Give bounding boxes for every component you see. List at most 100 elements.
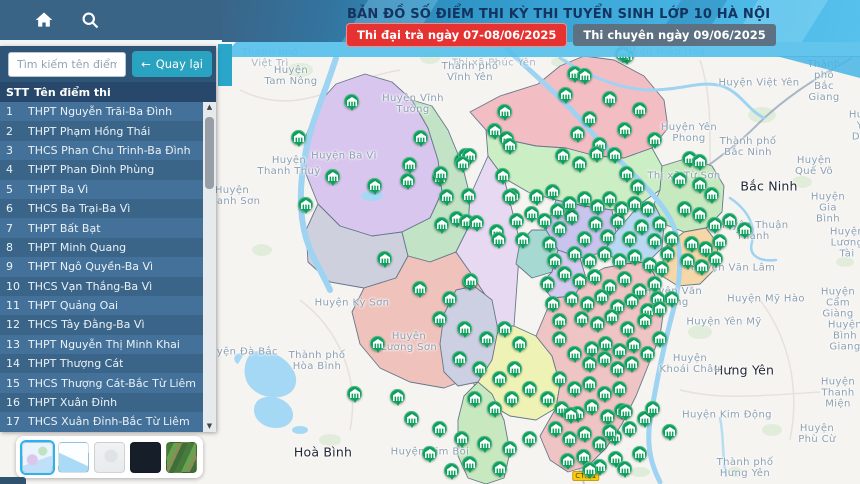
exam-site-marker[interactable] bbox=[647, 132, 662, 147]
exam-site-marker[interactable] bbox=[433, 166, 448, 181]
exam-site-marker[interactable] bbox=[582, 376, 597, 391]
exam-site-marker[interactable] bbox=[347, 386, 362, 401]
exam-site-row[interactable]: 13THPT Nguyễn Thị Minh Khai bbox=[0, 335, 203, 354]
exam-site-marker[interactable] bbox=[564, 291, 579, 306]
exam-site-row[interactable]: 6THCS Ba Trại-Ba Vì bbox=[0, 199, 203, 218]
exam-site-marker[interactable] bbox=[610, 361, 625, 376]
scroll-thumb[interactable] bbox=[205, 117, 214, 189]
exam-site-marker[interactable] bbox=[442, 291, 457, 306]
exam-site-marker[interactable] bbox=[552, 331, 567, 346]
exam-site-marker[interactable] bbox=[692, 207, 707, 222]
exam-site-marker[interactable] bbox=[577, 191, 592, 206]
exam-site-marker[interactable] bbox=[602, 91, 617, 106]
exam-site-marker[interactable] bbox=[452, 351, 467, 366]
exam-site-marker[interactable] bbox=[684, 236, 699, 251]
exam-site-marker[interactable] bbox=[552, 371, 567, 386]
exam-site-marker[interactable] bbox=[444, 463, 459, 478]
exam-site-marker[interactable] bbox=[540, 276, 555, 291]
exam-site-marker[interactable] bbox=[707, 217, 722, 232]
exam-site-marker[interactable] bbox=[502, 138, 517, 153]
exam-site-marker[interactable] bbox=[555, 148, 570, 163]
exam-site-marker[interactable] bbox=[454, 431, 469, 446]
exam-site-marker[interactable] bbox=[640, 201, 655, 216]
exam-site-marker[interactable] bbox=[455, 156, 470, 171]
exam-site-marker[interactable] bbox=[572, 156, 587, 171]
exam-site-marker[interactable] bbox=[652, 216, 667, 231]
exam-site-marker[interactable] bbox=[607, 147, 622, 162]
exam-site-marker[interactable] bbox=[582, 462, 597, 477]
exam-site-marker[interactable] bbox=[487, 401, 502, 416]
exam-site-row[interactable]: 10THCS Vạn Thắng-Ba Vì bbox=[0, 277, 203, 296]
exam-site-marker[interactable] bbox=[617, 271, 632, 286]
basemap-satellite-thumbnail[interactable] bbox=[166, 442, 197, 473]
exam-site-marker[interactable] bbox=[550, 203, 565, 218]
exam-site-marker[interactable] bbox=[462, 456, 477, 471]
exam-site-marker[interactable] bbox=[491, 232, 506, 247]
exam-site-marker[interactable] bbox=[412, 281, 427, 296]
exam-site-marker[interactable] bbox=[677, 201, 692, 216]
exam-site-row[interactable]: 12THCS Tây Đằng-Ba Vì bbox=[0, 315, 203, 334]
exam-site-marker[interactable] bbox=[597, 351, 612, 366]
exam-site-row[interactable]: 3THCS Phan Chu Trinh-Ba Đình bbox=[0, 141, 203, 160]
exam-site-marker[interactable] bbox=[477, 436, 492, 451]
exam-site-marker[interactable] bbox=[291, 130, 306, 145]
exam-site-marker[interactable] bbox=[439, 189, 454, 204]
scroll-down-icon[interactable]: ▼ bbox=[207, 421, 212, 432]
exam-site-marker[interactable] bbox=[560, 453, 575, 468]
exam-site-row[interactable]: 4THPT Phan Đình Phùng bbox=[0, 160, 203, 179]
exam-site-marker[interactable] bbox=[487, 123, 502, 138]
exam-site-marker[interactable] bbox=[502, 441, 517, 456]
exam-site-marker[interactable] bbox=[624, 356, 639, 371]
exam-site-marker[interactable] bbox=[694, 259, 709, 274]
exam-site-marker[interactable] bbox=[522, 431, 537, 446]
exam-site-marker[interactable] bbox=[367, 178, 382, 193]
exam-site-marker[interactable] bbox=[662, 424, 677, 439]
exam-site-marker[interactable] bbox=[567, 246, 582, 261]
home-icon[interactable] bbox=[34, 10, 54, 30]
exam-site-marker[interactable] bbox=[712, 234, 727, 249]
exam-site-marker[interactable] bbox=[472, 361, 487, 376]
exam-site-marker[interactable] bbox=[547, 253, 562, 268]
back-button[interactable]: ← Quay lại bbox=[132, 51, 212, 77]
exam-site-marker[interactable] bbox=[587, 269, 602, 284]
exam-site-row[interactable]: 9THPT Ngô Quyền-Ba Vì bbox=[0, 257, 203, 276]
exam-site-marker[interactable] bbox=[515, 232, 530, 247]
exam-site-row[interactable]: 5THPT Ba Vì bbox=[0, 180, 203, 199]
exam-site-marker[interactable] bbox=[602, 424, 617, 439]
exam-site-marker[interactable] bbox=[558, 87, 573, 102]
exam-site-marker[interactable] bbox=[562, 431, 577, 446]
exam-site-marker[interactable] bbox=[434, 217, 449, 232]
exam-site-marker[interactable] bbox=[604, 309, 619, 324]
exam-site-marker[interactable] bbox=[590, 199, 605, 214]
basemap-gray-thumbnail[interactable] bbox=[94, 442, 125, 473]
exam-site-marker[interactable] bbox=[370, 336, 385, 351]
exam-site-marker[interactable] bbox=[540, 391, 555, 406]
basemap-blue-thumbnail[interactable] bbox=[58, 442, 89, 473]
exam-site-marker[interactable] bbox=[529, 189, 544, 204]
exam-site-marker[interactable] bbox=[413, 130, 428, 145]
exam-site-row[interactable]: 7THPT Bất Bạt bbox=[0, 218, 203, 237]
exam-site-marker[interactable] bbox=[577, 426, 592, 441]
exam-site-marker[interactable] bbox=[597, 386, 612, 401]
exam-site-marker[interactable] bbox=[612, 253, 627, 268]
exam-site-marker[interactable] bbox=[624, 293, 639, 308]
exam-site-marker[interactable] bbox=[600, 409, 615, 424]
exam-site-marker[interactable] bbox=[722, 213, 737, 228]
exam-site-marker[interactable] bbox=[630, 179, 645, 194]
scroll-up-icon[interactable]: ▲ bbox=[207, 102, 212, 113]
exam-site-marker[interactable] bbox=[563, 407, 578, 422]
exam-site-marker[interactable] bbox=[504, 391, 519, 406]
exam-site-marker[interactable] bbox=[557, 266, 572, 281]
exam-site-marker[interactable] bbox=[537, 213, 552, 228]
exam-site-marker[interactable] bbox=[620, 321, 635, 336]
basemap-dark-thumbnail[interactable] bbox=[130, 442, 161, 473]
exam-site-row[interactable]: 16THPT Xuân Đỉnh bbox=[0, 393, 203, 412]
exam-site-marker[interactable] bbox=[612, 343, 627, 358]
exam-site-marker[interactable] bbox=[402, 157, 417, 172]
exam-site-row[interactable]: 15THCS Thượng Cát-Bắc Từ Liêm bbox=[0, 373, 203, 392]
exam-site-marker[interactable] bbox=[298, 197, 313, 212]
exam-site-row[interactable]: 14THPT Thượng Cát bbox=[0, 354, 203, 373]
exam-site-marker[interactable] bbox=[492, 461, 507, 476]
exam-site-marker[interactable] bbox=[632, 446, 647, 461]
exam-site-marker[interactable] bbox=[400, 173, 415, 188]
